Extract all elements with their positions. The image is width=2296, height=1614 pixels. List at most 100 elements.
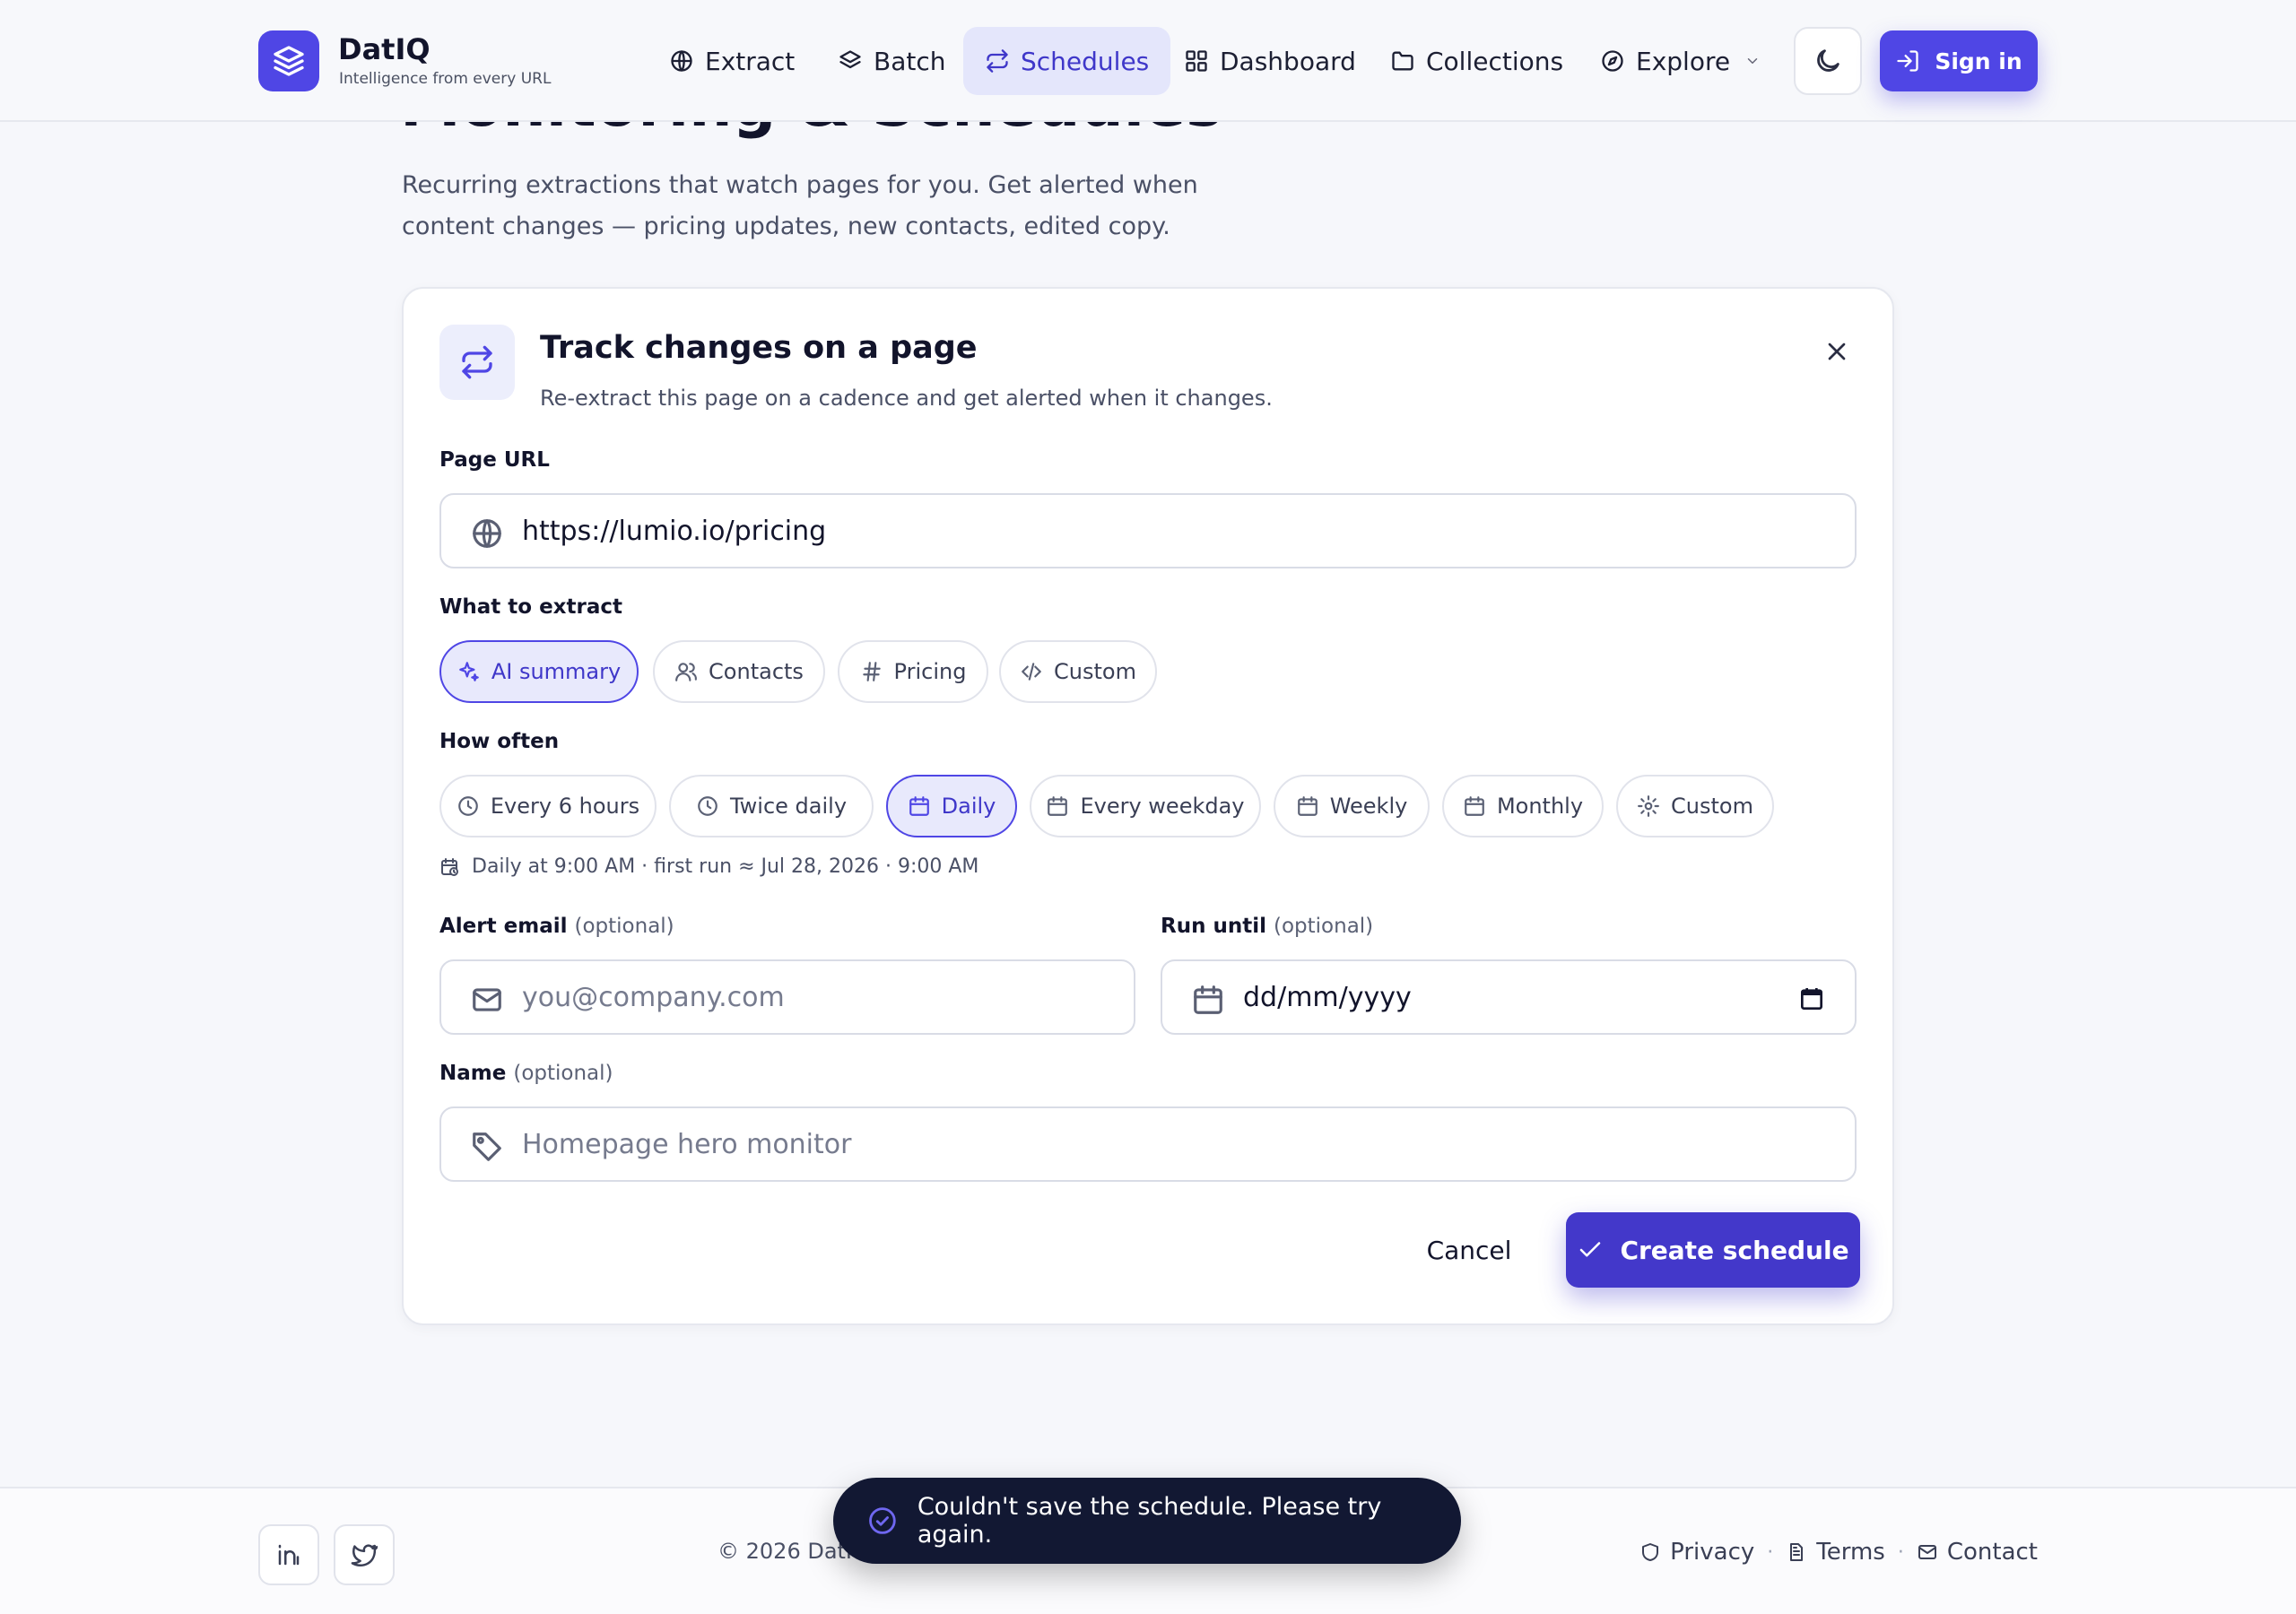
- compass-icon: [1602, 50, 1623, 72]
- repeat-icon: [987, 49, 1008, 73]
- globe-icon: [671, 50, 692, 72]
- extract-option-pricing[interactable]: Pricing: [838, 640, 988, 703]
- linkedin-button[interactable]: [258, 1524, 319, 1585]
- extract-option-ai-summary[interactable]: AI summary: [439, 640, 639, 703]
- mail-icon: [473, 988, 501, 1011]
- page-description: Recurring extractions that watch pages f…: [402, 171, 1198, 240]
- page-url-input[interactable]: [522, 515, 1855, 547]
- frequency-weekly[interactable]: Weekly: [1274, 775, 1430, 837]
- grid-icon: [1186, 50, 1207, 72]
- calendar-icon: [1465, 796, 1484, 816]
- contact-link[interactable]: Contact: [1917, 1539, 2038, 1566]
- tag-icon: [473, 1132, 501, 1161]
- cancel-button[interactable]: Cancel: [1405, 1212, 1534, 1288]
- terms-link-label: Terms: [1816, 1539, 1885, 1566]
- contact-link-label: Contact: [1946, 1539, 2038, 1566]
- page-url-field[interactable]: [439, 493, 1857, 568]
- alert-email-input[interactable]: [522, 981, 1134, 1013]
- optional-hint: (optional): [574, 915, 674, 938]
- schedule-name-field[interactable]: [439, 1106, 1857, 1182]
- schedule-summary: Daily at 9:00 AM · first run ≈ Jul 28, 2…: [439, 855, 978, 878]
- gear-icon: [1638, 795, 1659, 817]
- date-picker-icon[interactable]: [1797, 985, 1826, 1013]
- calendar-icon: [1194, 985, 1222, 1014]
- privacy-link[interactable]: Privacy: [1639, 1539, 1754, 1566]
- frequency-option-label: Every 6 hours: [490, 794, 640, 819]
- code-icon: [1022, 663, 1041, 681]
- nav-collections-label: Collections: [1426, 46, 1564, 76]
- linkedin-icon: [278, 1544, 300, 1566]
- terms-link[interactable]: Terms: [1786, 1539, 1885, 1566]
- sign-in-label: Sign in: [1935, 48, 2022, 74]
- layers-icon: [839, 50, 861, 69]
- calendar-clock-icon: [441, 857, 458, 876]
- privacy-link-label: Privacy: [1670, 1539, 1755, 1566]
- run-until-field[interactable]: dd/mm/yyyy: [1161, 959, 1857, 1035]
- twitter-button[interactable]: [334, 1524, 395, 1585]
- logo-icon[interactable]: [258, 30, 319, 91]
- brand-tagline: Intelligence from every URL: [339, 70, 552, 88]
- extract-option-contacts[interactable]: Contacts: [653, 640, 825, 703]
- card-title: Track changes on a page: [540, 330, 978, 366]
- clock-icon: [698, 796, 718, 816]
- page-url-label: Page URL: [439, 448, 550, 472]
- frequency-daily[interactable]: Daily: [886, 775, 1017, 837]
- frequency-option-label: Daily: [941, 794, 996, 819]
- calendar-icon: [1048, 796, 1068, 816]
- frequency-monthly[interactable]: Monthly: [1442, 775, 1604, 837]
- run-until-label-text: Run until: [1161, 915, 1266, 938]
- nav-dashboard-label: Dashboard: [1220, 46, 1356, 76]
- schedule-summary-text: Daily at 9:00 AM · first run ≈ Jul 28, 2…: [472, 855, 979, 878]
- clock-icon: [458, 796, 478, 816]
- nav-schedules-label: Schedules: [1021, 46, 1150, 76]
- nav-batch[interactable]: Batch: [816, 27, 968, 95]
- nav-explore-label: Explore: [1636, 46, 1731, 76]
- optional-hint: (optional): [513, 1062, 613, 1085]
- sparkles-icon: [458, 662, 479, 681]
- nav-extract[interactable]: Extract: [648, 27, 816, 95]
- nav-dashboard[interactable]: Dashboard: [1162, 27, 1378, 95]
- top-navigation-bar: DatIQ Intelligence from every URL Extrac…: [0, 0, 2296, 122]
- name-label-text: Name: [439, 1062, 507, 1085]
- frequency-option-label: Twice daily: [729, 794, 848, 819]
- track-changes-card: Track changes on a page Re-extract this …: [402, 287, 1894, 1325]
- document-icon: [1790, 1543, 1804, 1561]
- frequency-custom[interactable]: Custom: [1616, 775, 1774, 837]
- calendar-icon: [909, 796, 929, 816]
- alert-email-field[interactable]: [439, 959, 1135, 1035]
- extract-label: What to extract: [439, 595, 622, 619]
- card-subtitle: Re-extract this page on a cadence and ge…: [540, 386, 1273, 411]
- close-button[interactable]: [1817, 332, 1857, 371]
- nav-extract-label: Extract: [705, 46, 796, 76]
- mail-icon: [1918, 1545, 1936, 1559]
- toast-message: Couldn't save the schedule. Please try a…: [917, 1493, 1382, 1549]
- chevron-down-icon: [1747, 58, 1758, 64]
- globe-icon: [473, 519, 501, 548]
- alert-email-label: Alert email (optional): [439, 915, 674, 938]
- frequency-twice-daily[interactable]: Twice daily: [669, 775, 874, 837]
- nav-schedules[interactable]: Schedules: [963, 27, 1171, 95]
- nav-collections[interactable]: Collections: [1369, 27, 1585, 95]
- extract-option-custom[interactable]: Custom: [999, 640, 1157, 703]
- brand-name[interactable]: DatIQ: [338, 32, 430, 66]
- twitter-icon: [351, 1544, 378, 1567]
- separator: ·: [1767, 1540, 1774, 1564]
- theme-toggle-button[interactable]: [1794, 27, 1862, 95]
- schedule-name-input[interactable]: [522, 1128, 1855, 1160]
- nav-batch-label: Batch: [874, 46, 946, 76]
- login-icon: [1897, 50, 1918, 72]
- frequency-every-weekday[interactable]: Every weekday: [1030, 775, 1261, 837]
- create-schedule-button[interactable]: Create schedule: [1566, 1212, 1860, 1288]
- frequency-every-6-hours[interactable]: Every 6 hours: [439, 775, 657, 837]
- sign-in-button[interactable]: Sign in: [1880, 30, 2038, 91]
- users-icon: [675, 663, 697, 681]
- extract-option-label: Pricing: [893, 659, 967, 684]
- folder-icon: [1392, 51, 1413, 71]
- moon-icon: [1817, 49, 1839, 72]
- extract-option-label: Contacts: [709, 659, 804, 684]
- nav-explore[interactable]: Explore: [1578, 27, 1782, 95]
- hash-icon: [862, 662, 881, 681]
- name-label: Name (optional): [439, 1062, 613, 1085]
- calendar-icon: [1297, 796, 1318, 816]
- repeat-icon: [439, 325, 515, 400]
